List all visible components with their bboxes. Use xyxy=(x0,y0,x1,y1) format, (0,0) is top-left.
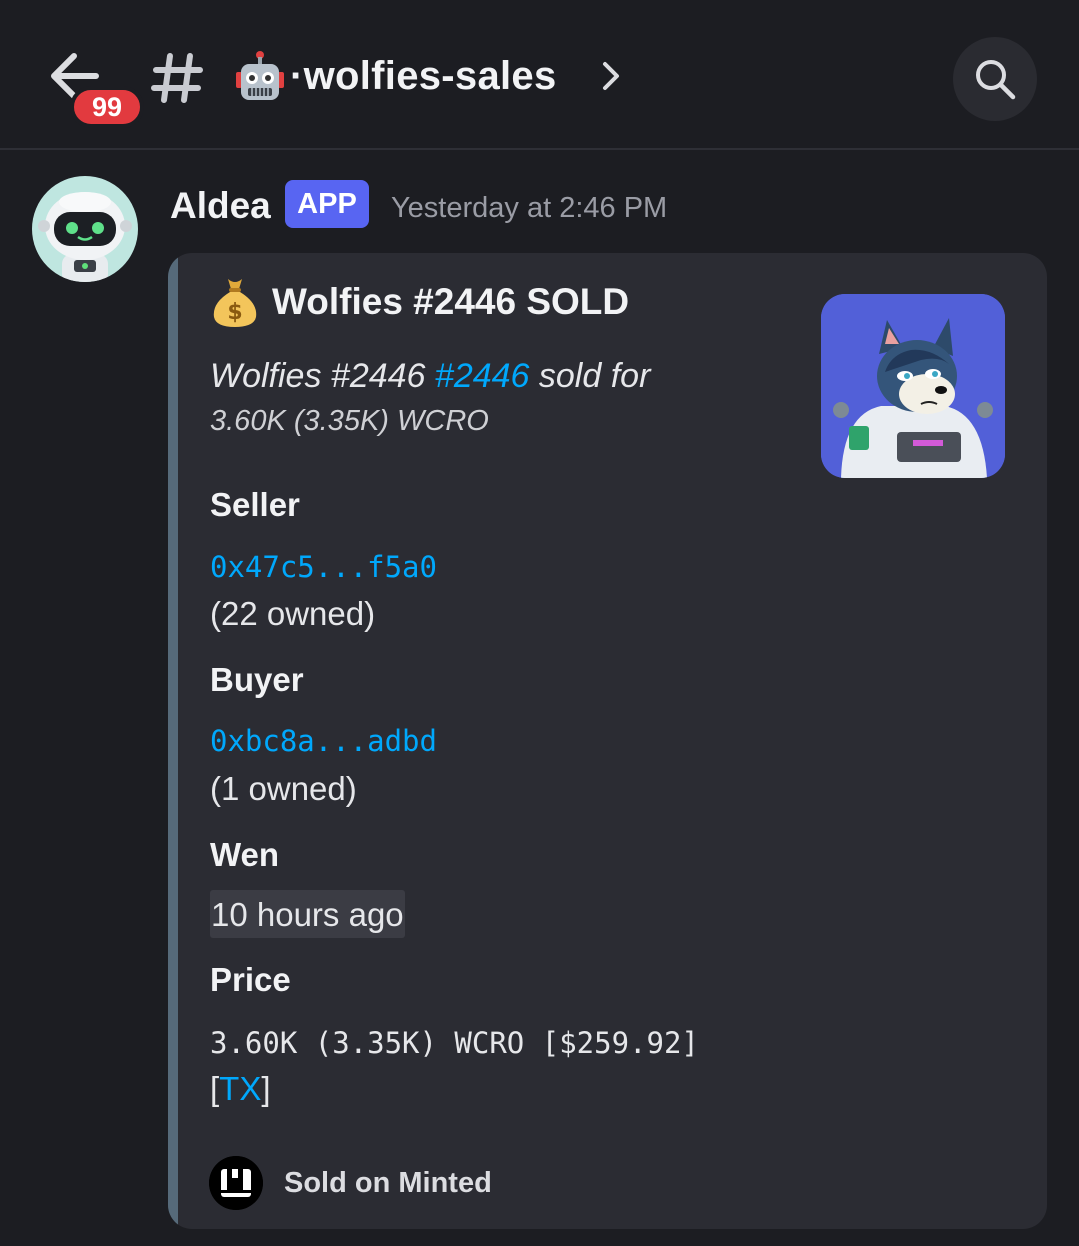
nft-thumbnail[interactable] xyxy=(821,294,1005,478)
robot-icon xyxy=(236,51,284,100)
robot-avatar-icon xyxy=(32,176,138,282)
buyer-label: Buyer xyxy=(210,661,304,698)
embed-description-price: 3.60K (3.35K) WCRO xyxy=(210,405,489,437)
sale-embed: $ Wolfies #2446 SOLD Wolfies #2446 #2446… xyxy=(168,253,1047,1229)
tx-link[interactable]: TX xyxy=(219,1070,261,1107)
hash-icon xyxy=(151,53,203,103)
author-avatar[interactable] xyxy=(32,176,138,282)
seller-address-link[interactable]: 0x47c5...f5a0 xyxy=(210,547,437,587)
buyer-address-link[interactable]: 0xbc8a...adbd xyxy=(210,721,437,761)
unread-badge: 99 xyxy=(70,86,144,128)
money-bag-icon: $ xyxy=(213,279,257,327)
tx-open-bracket: [ xyxy=(210,1070,220,1107)
search-button[interactable] xyxy=(953,37,1037,121)
buyer-owned: (1 owned) xyxy=(210,770,357,807)
desc-text: Wolfies #2446 xyxy=(210,357,435,395)
author-name[interactable]: Aldea xyxy=(170,184,271,228)
price-value: 3.60K (3.35K) WCRO [$259.92] xyxy=(210,1026,699,1060)
tx-close-bracket: ] xyxy=(261,1070,271,1107)
chevron-right-icon[interactable] xyxy=(600,60,622,92)
embed-description: Wolfies #2446 #2446 sold for xyxy=(210,354,650,398)
wolf-astronaut-image xyxy=(821,294,1005,478)
token-link[interactable]: #2446 xyxy=(435,357,530,395)
embed-title[interactable]: Wolfies #2446 SOLD xyxy=(272,279,629,325)
channel-header: 99 ·wolfies-sales xyxy=(0,0,1079,150)
app-badge: APP xyxy=(285,180,369,228)
search-icon xyxy=(976,60,1016,100)
seller-owned: (22 owned) xyxy=(210,595,376,632)
wen-timestamp[interactable]: 10 hours ago xyxy=(210,890,405,938)
svg-text:$: $ xyxy=(227,300,242,325)
price-label: Price xyxy=(210,961,291,998)
channel-name[interactable]: ·wolfies-sales xyxy=(290,52,557,100)
message-timestamp: Yesterday at 2:46 PM xyxy=(391,192,668,224)
embed-footer: Sold on Minted xyxy=(284,1167,492,1199)
embed-accent-bar xyxy=(168,253,178,1229)
tx-line: [TX] xyxy=(210,1069,271,1109)
seller-label: Seller xyxy=(210,486,300,523)
minted-logo-icon xyxy=(209,1156,263,1210)
desc-suffix: sold for xyxy=(529,357,651,395)
wen-label: Wen xyxy=(210,836,280,873)
